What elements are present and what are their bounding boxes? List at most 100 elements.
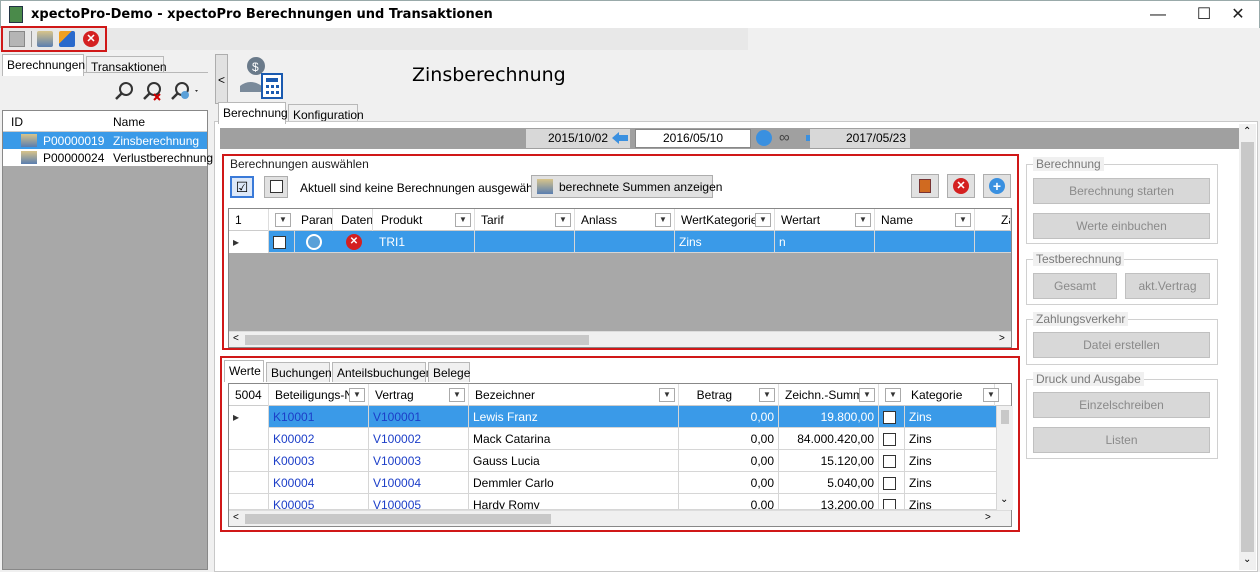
cell-nr[interactable]: K10001 [269,406,369,428]
chevron-down-icon[interactable]: ▼ [275,213,291,227]
table-row[interactable]: K00003 V100003 Gauss Lucia 0,00 15.120,0… [229,450,997,472]
total-button[interactable]: Gesamt [1033,273,1117,299]
param-icon[interactable] [306,234,322,250]
start-calculation-button[interactable]: Berechnung starten [1033,178,1210,204]
tab-berechnungen[interactable]: Berechnungen [2,54,85,76]
book-values-button[interactable]: Werte einbuchen [1033,213,1210,239]
vertical-scrollbar[interactable]: ⌄ [997,406,1013,510]
add-button[interactable]: + [983,174,1011,198]
chevron-down-icon[interactable]: ▼ [659,388,675,402]
column-kategorie[interactable]: Kategorie [905,384,995,406]
tab-belege[interactable]: Belege [428,362,470,382]
table-row[interactable]: ▸ ✕ TRI1 Zins n [229,231,1011,253]
scroll-thumb[interactable] [1001,410,1009,424]
chevron-down-icon[interactable]: ▼ [349,388,365,402]
scroll-left-icon[interactable]: < [233,333,239,344]
cell-vertrag[interactable]: V100004 [369,472,469,494]
single-letter-button[interactable]: Einzelschreiben [1033,392,1210,418]
previous-arrow-icon[interactable] [612,132,628,144]
cell-wertkategorie: Zins [675,231,775,253]
column-daten[interactable]: Daten [335,209,373,231]
search-icon[interactable] [114,81,134,101]
clear-search-icon[interactable] [142,81,162,101]
column-name[interactable]: Name [113,115,145,129]
toolbar [0,28,748,50]
chevron-down-icon[interactable]: ▼ [449,388,465,402]
lists-button[interactable]: Listen [1033,427,1210,453]
main-vertical-scrollbar[interactable]: ⌃ ⌄ [1239,124,1256,570]
cell-vertrag[interactable]: V100005 [369,494,469,509]
scroll-thumb[interactable] [245,514,551,524]
chevron-down-icon[interactable]: ▼ [855,213,871,227]
save-icon[interactable] [9,31,25,47]
close-window-button[interactable]: ✕ [1215,1,1260,29]
copy-button[interactable] [911,174,939,198]
scroll-up-icon[interactable]: ⌃ [1243,126,1251,137]
list-item[interactable]: P00000024 Verlustberechnung [3,149,213,166]
search-options-icon[interactable] [170,81,200,101]
chevron-down-icon[interactable]: ▼ [755,213,771,227]
row-checkbox[interactable] [269,231,295,253]
scroll-thumb[interactable] [245,335,589,345]
list-item[interactable]: P00000019 Zinsberechnung [3,132,207,149]
show-sums-button[interactable]: berechnete Summen anzeigen [531,175,722,198]
scroll-down-icon[interactable]: ⌄ [1243,554,1251,565]
chevron-down-icon[interactable]: ▼ [759,388,775,402]
calendar-icon[interactable] [756,130,772,146]
cell-vertrag[interactable]: V100003 [369,450,469,472]
tab-werte[interactable]: Werte [224,360,264,382]
row-checkbox[interactable] [879,428,905,450]
row-checkbox[interactable] [879,450,905,472]
cell-nr[interactable]: K00003 [269,450,369,472]
column-bezeichner[interactable]: Bezeichner [469,384,679,406]
scroll-down-icon[interactable]: ⌄ [1000,494,1008,505]
tab-berechnung[interactable]: Berechnung [218,102,288,124]
select-all-button[interactable]: ☑ [230,176,254,198]
end-date[interactable]: 2017/05/23 [810,129,910,148]
cell-nr[interactable]: K00002 [269,428,369,450]
table-row[interactable]: K00004 V100004 Demmler Carlo 0,00 5.040,… [229,472,997,494]
horizontal-scrollbar[interactable]: < > [229,331,1011,347]
current-contract-button[interactable]: akt.Vertrag [1125,273,1210,299]
cell-nr[interactable]: K00005 [269,494,369,509]
calculation-icon[interactable] [37,31,53,47]
horizontal-scrollbar[interactable]: < > [229,510,1011,526]
table-row[interactable]: K00002 V100002 Mack Catarina 0,00 84.000… [229,428,997,450]
cancel-icon[interactable]: ✕ [83,31,99,47]
create-file-button[interactable]: Datei erstellen [1033,332,1210,358]
tab-buchungen[interactable]: Buchungen [266,362,332,382]
chevron-down-icon[interactable]: ▼ [455,213,471,227]
cell-vertrag[interactable]: V100002 [369,428,469,450]
row-checkbox[interactable] [879,472,905,494]
delete-button[interactable]: ✕ [947,174,975,198]
list-item-name: Verlustberechnung [113,151,214,165]
cell-nr[interactable]: K00004 [269,472,369,494]
table-row[interactable]: ▸ K10001 V100001 Lewis Franz 0,00 19.800… [229,406,997,428]
row-checkbox[interactable] [879,406,905,428]
minimize-button[interactable]: — [1135,1,1181,29]
scroll-left-icon[interactable]: < [233,512,239,523]
transfer-icon[interactable] [59,31,75,47]
column-param[interactable]: Param [295,209,333,231]
chevron-down-icon[interactable]: ▼ [655,213,671,227]
current-date-input[interactable]: 2016/05/10 [635,129,751,148]
tab-anteilsbuchungen[interactable]: Anteilsbuchungen [332,362,432,382]
infinity-icon[interactable]: ∞ [779,129,790,146]
chevron-down-icon[interactable]: ▼ [983,388,999,402]
column-za[interactable]: Za [995,209,1011,231]
deselect-all-button[interactable] [264,176,288,198]
collapse-panel-button[interactable]: < [215,54,228,104]
scroll-thumb[interactable] [1241,142,1254,552]
chevron-down-icon[interactable]: ▼ [885,388,901,402]
row-checkbox[interactable] [879,494,905,509]
chevron-down-icon[interactable]: ▼ [955,213,971,227]
table-row[interactable]: K00005 V100005 Hardy Romy 0,00 13.200,00… [229,494,997,510]
chevron-down-icon[interactable]: ▼ [555,213,571,227]
list-item-name: Zinsberechnung [113,134,200,148]
data-error-icon[interactable]: ✕ [346,234,362,250]
column-id[interactable]: ID [11,115,23,129]
cell-vertrag[interactable]: V100001 [369,406,469,428]
scroll-right-icon[interactable]: > [999,333,1005,344]
chevron-down-icon[interactable]: ▼ [859,388,875,402]
scroll-right-icon[interactable]: > [985,512,991,523]
